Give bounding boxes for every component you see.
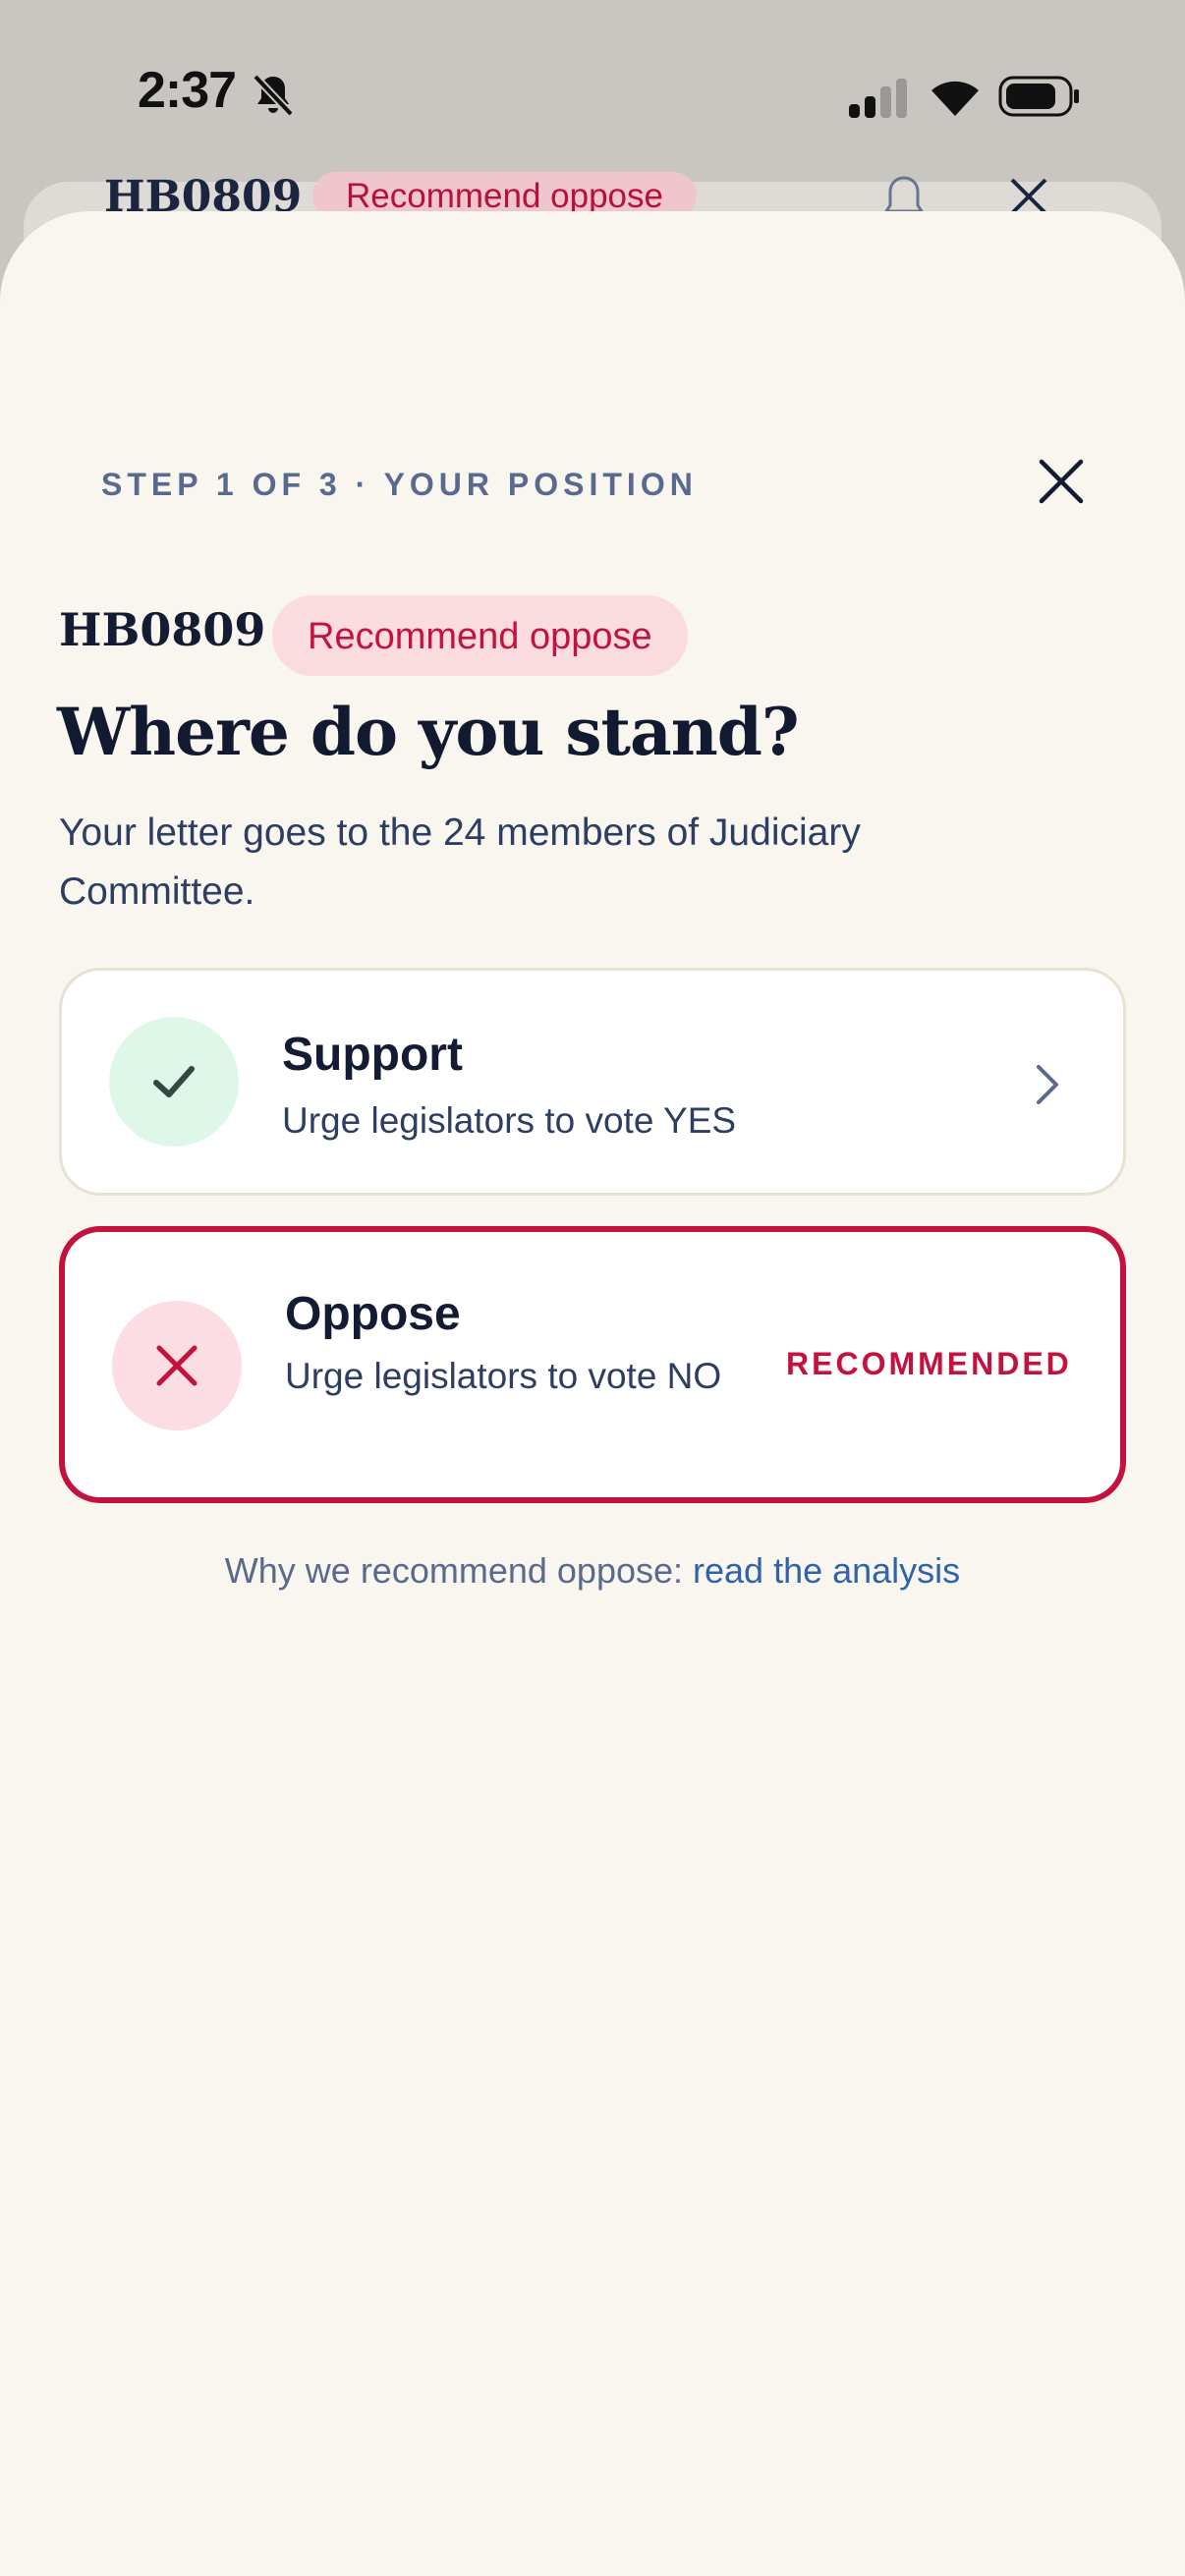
oppose-option-description: Urge legislators to vote NO [285,1356,722,1396]
oppose-icon-circle [112,1301,242,1430]
chevron-right-icon [1037,1065,1058,1104]
support-option-card[interactable]: Support Urge legislators to vote YES [59,968,1126,1196]
support-option-title: Support [282,1029,463,1081]
page-subtitle: Your letter goes to the 24 members of Ju… [59,812,861,913]
recommendation-badge: Recommend oppose [272,595,688,676]
bell-slash-icon [253,74,294,117]
battery-icon [998,76,1079,117]
oppose-option-title: Oppose [285,1288,461,1340]
step-indicator: STEP 1 OF 3 · YOUR POSITION [101,467,698,502]
support-icon-circle [109,1017,239,1147]
read-analysis-link[interactable]: read the analysis [693,1550,960,1591]
support-option-description: Urge legislators to vote YES [282,1100,737,1141]
status-bar: 2:37 [0,0,1185,187]
recommended-badge: RECOMMENDED [786,1346,1072,1381]
x-icon [156,1345,198,1386]
status-time: 2:37 [138,62,237,119]
oppose-option-card[interactable]: Oppose Urge legislators to vote NO RECOM… [59,1226,1126,1503]
check-icon [153,1066,195,1097]
recommendation-footnote: Why we recommend oppose: read the analys… [0,1550,1185,1592]
wifi-icon [931,81,979,116]
bill-id: HB0809 [59,603,266,656]
close-sheet-button[interactable] [1034,454,1089,509]
cellular-signal-icon [849,79,907,118]
page-title: Where do you stand? [57,694,800,770]
footnote-text: Why we recommend oppose: [224,1550,694,1591]
